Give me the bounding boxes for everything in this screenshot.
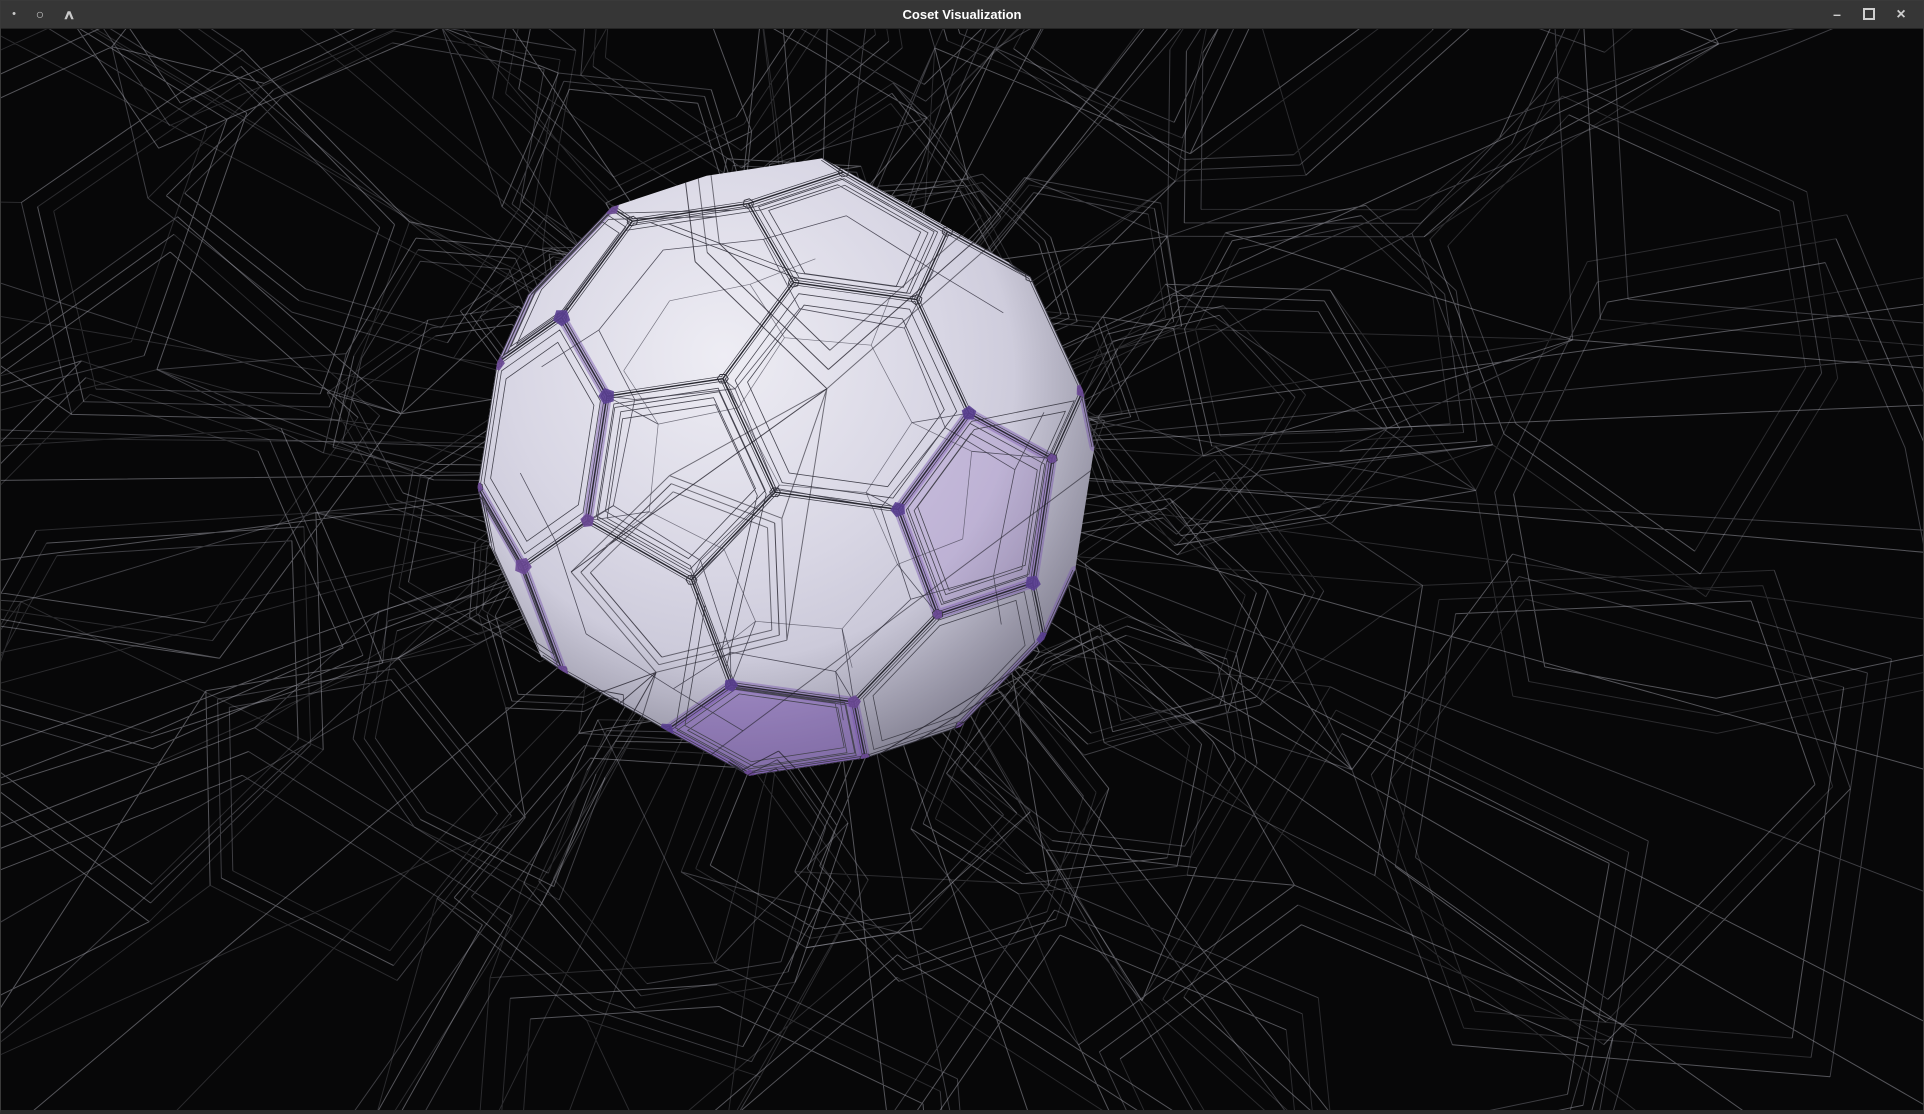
maximize-button[interactable] [1853, 1, 1885, 28]
window-title: Coset Visualization [1, 1, 1923, 28]
minimize-button[interactable]: – [1821, 1, 1853, 28]
window-controls: – × [1821, 1, 1917, 28]
3d-viewport[interactable] [1, 29, 1923, 1111]
titlebar[interactable]: • ○ ∧ Coset Visualization – × [1, 1, 1923, 29]
app-window: • ○ ∧ Coset Visualization – × [0, 0, 1924, 1114]
close-button[interactable]: × [1885, 1, 1917, 28]
maximize-icon [1863, 8, 1875, 20]
coset-render [1, 29, 1923, 1111]
